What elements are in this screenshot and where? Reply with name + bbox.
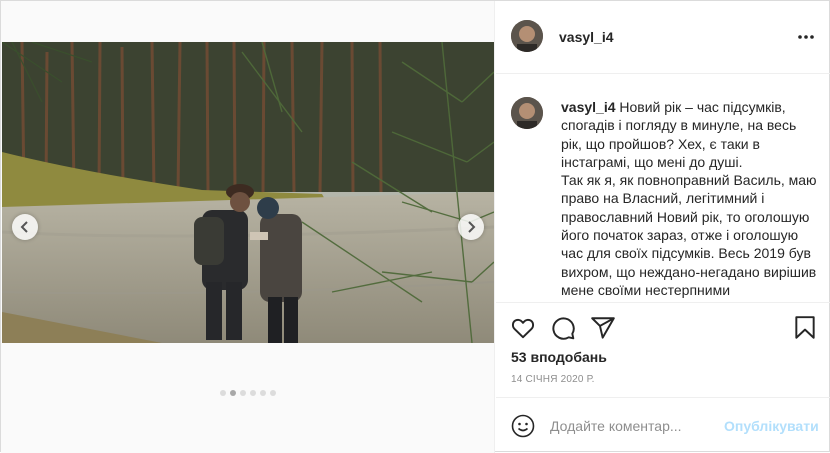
chevron-left-icon (20, 221, 28, 233)
publish-comment-button[interactable]: Опублікувати (724, 418, 819, 434)
share-icon (591, 317, 615, 339)
carousel-dot (230, 390, 236, 396)
like-button[interactable] (510, 315, 536, 341)
carousel-next-button[interactable] (458, 214, 484, 240)
emoji-icon (511, 414, 535, 438)
post-header: vasyl_i4 (496, 1, 830, 74)
carousel-indicator (1, 390, 495, 396)
comment-bar: Опублікувати (496, 397, 830, 453)
post-photo[interactable] (2, 42, 494, 343)
carousel-dot (260, 390, 266, 396)
caption-avatar[interactable] (511, 97, 543, 129)
media-pane (1, 1, 495, 453)
post-details-pane: vasyl_i4 vasyl_i4 Новий рік – час підсум… (496, 1, 830, 453)
carousel-dot (220, 390, 226, 396)
caption-body: Новий рік – час підсумків, спогадів і по… (561, 99, 817, 302)
carousel-dot (270, 390, 276, 396)
post-date[interactable]: 14 СІЧНЯ 2020 Р. (511, 374, 595, 385)
instagram-post-modal: vasyl_i4 vasyl_i4 Новий рік – час підсум… (0, 0, 830, 453)
heart-icon (511, 318, 535, 339)
comment-icon (552, 317, 575, 340)
more-options-button[interactable] (796, 28, 816, 46)
emoji-button[interactable] (511, 414, 535, 438)
comment-input[interactable] (550, 412, 718, 440)
comment-button[interactable] (550, 315, 576, 341)
post-caption: vasyl_i4 Новий рік – час підсумків, спог… (561, 98, 821, 302)
avatar[interactable] (511, 20, 543, 52)
action-bar (496, 302, 830, 342)
carousel-prev-button[interactable] (12, 214, 38, 240)
bookmark-icon (795, 316, 815, 339)
chevron-right-icon (468, 221, 476, 233)
carousel-dot (240, 390, 246, 396)
save-button[interactable] (792, 315, 818, 341)
caption-username[interactable]: vasyl_i4 (561, 99, 616, 115)
post-author-username[interactable]: vasyl_i4 (559, 29, 614, 45)
carousel-dot (250, 390, 256, 396)
like-count[interactable]: 53 вподобань (511, 349, 607, 365)
more-options-icon (798, 35, 814, 39)
caption-section: vasyl_i4 Новий рік – час підсумків, спог… (496, 75, 830, 302)
share-button[interactable] (590, 315, 616, 341)
